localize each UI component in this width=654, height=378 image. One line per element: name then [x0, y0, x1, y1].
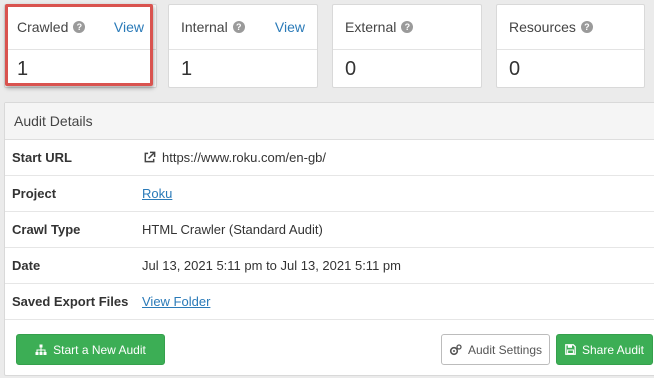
resources-value: 0 [509, 58, 521, 80]
internal-view-link[interactable]: View [275, 19, 305, 35]
audit-details-header: Audit Details [5, 103, 654, 140]
sitemap-icon [35, 344, 47, 355]
start-url-label: Start URL [12, 150, 72, 165]
audit-settings-label: Audit Settings [467, 342, 543, 357]
cogs-icon [449, 343, 462, 355]
start-new-audit-button[interactable]: Start a New Audit [16, 334, 165, 365]
crawled-view-link[interactable]: View [114, 19, 144, 35]
crawled-title: Crawled [17, 19, 69, 35]
project-row: Project Roku [5, 176, 654, 212]
crawled-card-header: Crawled ? View [5, 5, 156, 50]
resources-title: Resources [509, 19, 576, 35]
help-icon[interactable]: ? [73, 21, 86, 33]
crawled-title-group: Crawled ? [17, 19, 86, 35]
crawled-card: Crawled ? View 1 [4, 4, 157, 88]
help-icon[interactable]: ? [401, 21, 414, 33]
date-label: Date [12, 258, 41, 273]
help-icon[interactable]: ? [580, 21, 593, 33]
start-url-value: https://www.roku.com/en-gb/ [162, 150, 327, 165]
internal-title: Internal [181, 19, 228, 35]
start-url-row: Start URL https://www.roku.com/en-gb/ [5, 140, 654, 176]
crawl-type-label: Crawl Type [12, 222, 81, 237]
crawl-type-value-group: HTML Crawler (Standard Audit) [134, 222, 323, 237]
external-link-icon[interactable] [143, 151, 156, 164]
internal-value: 1 [181, 58, 193, 80]
save-icon [565, 344, 576, 355]
project-label: Project [12, 186, 57, 201]
crawl-type-row: Crawl Type HTML Crawler (Standard Audit) [5, 212, 654, 248]
export-files-label: Saved Export Files [12, 294, 129, 309]
external-value: 0 [345, 58, 357, 80]
external-title: External [345, 19, 397, 35]
date-value-group: Jul 13, 2021 5:11 pm to Jul 13, 2021 5:1… [134, 258, 401, 273]
resources-card-header: Resources ? [497, 5, 644, 50]
view-folder-link[interactable]: View Folder [142, 294, 210, 309]
audit-settings-button[interactable]: Audit Settings [441, 334, 550, 365]
project-value-group: Roku [134, 186, 172, 201]
external-title-group: External ? [345, 19, 414, 35]
audit-details-panel: Audit Details Start URL https://www.roku… [4, 102, 654, 376]
crawled-value: 1 [17, 58, 29, 80]
crawl-type-value: HTML Crawler (Standard Audit) [142, 222, 323, 237]
external-card: External ? 0 [332, 4, 482, 88]
page: Crawled ? View 1 Internal ? View 1 Exter… [0, 0, 654, 378]
export-files-row: Saved Export Files View Folder [5, 284, 654, 320]
help-icon[interactable]: ? [232, 21, 245, 33]
project-link[interactable]: Roku [142, 186, 172, 201]
external-card-header: External ? [333, 5, 481, 50]
resources-title-group: Resources ? [509, 19, 593, 35]
share-audit-button[interactable]: Share Audit [556, 334, 653, 365]
date-row: Date Jul 13, 2021 5:11 pm to Jul 13, 202… [5, 248, 654, 284]
internal-title-group: Internal ? [181, 19, 245, 35]
internal-card: Internal ? View 1 [168, 4, 318, 88]
resources-card: Resources ? 0 [496, 4, 645, 88]
export-files-value-group: View Folder [134, 294, 210, 309]
start-url-value-group: https://www.roku.com/en-gb/ [134, 150, 326, 165]
start-new-audit-label: Start a New Audit [53, 342, 146, 357]
internal-card-header: Internal ? View [169, 5, 317, 50]
audit-actions: Start a New Audit Audit Settings Share A… [5, 326, 654, 376]
share-audit-label: Share Audit [581, 342, 645, 357]
date-value: Jul 13, 2021 5:11 pm to Jul 13, 2021 5:1… [142, 258, 401, 273]
